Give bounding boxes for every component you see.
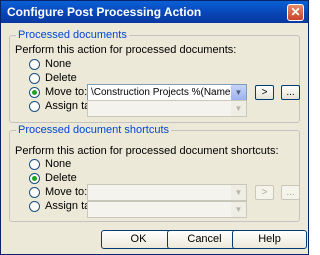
processed-move-path-combo[interactable]: \Construction Projects %(Name) ▼: [87, 84, 247, 101]
chevron-down-icon[interactable]: ▼: [231, 101, 246, 116]
processed-assign-tag-combo[interactable]: ▼: [87, 100, 247, 117]
chevron-down-icon[interactable]: ▼: [231, 185, 246, 200]
close-button[interactable]: ✕: [287, 4, 304, 21]
processed-instruction: Perform this action for processed docume…: [15, 44, 237, 56]
chevron-down-icon[interactable]: ▼: [231, 202, 246, 217]
title-bar[interactable]: Configure Post Processing Action ✕: [1, 1, 308, 23]
shortcuts-legend: Processed document shortcuts: [18, 124, 170, 136]
shortcuts-assign-tag-combo[interactable]: ▼: [87, 201, 247, 218]
processed-browse-button[interactable]: ...: [281, 85, 300, 100]
shortcuts-browse-button[interactable]: ...: [281, 185, 300, 200]
processed-insert-variable-button[interactable]: >: [255, 85, 274, 100]
shortcuts-instruction: Perform this action for processed docume…: [15, 145, 279, 157]
shortcuts-delete-radio[interactable]: Delete: [29, 172, 77, 184]
shortcuts-move-path-combo[interactable]: ▼: [87, 184, 247, 201]
cancel-button[interactable]: Cancel: [167, 230, 242, 249]
processed-delete-radio[interactable]: Delete: [29, 72, 77, 84]
help-button[interactable]: Help: [232, 230, 307, 249]
ok-button[interactable]: OK: [101, 230, 176, 249]
shortcuts-move-radio[interactable]: Move to:: [29, 186, 87, 198]
shortcuts-insert-variable-button[interactable]: >: [255, 185, 274, 200]
move-path-value: \Construction Projects %(Name): [91, 87, 234, 98]
dialog-window: Configure Post Processing Action ✕ Proce…: [0, 0, 309, 255]
processed-none-radio[interactable]: None: [29, 58, 71, 70]
chevron-down-icon[interactable]: ▼: [231, 85, 246, 100]
window-title: Configure Post Processing Action: [7, 5, 202, 19]
shortcuts-none-radio[interactable]: None: [29, 158, 71, 170]
close-icon: ✕: [290, 5, 301, 19]
processed-move-radio[interactable]: Move to:: [29, 86, 87, 98]
processed-documents-legend: Processed documents: [18, 29, 127, 41]
